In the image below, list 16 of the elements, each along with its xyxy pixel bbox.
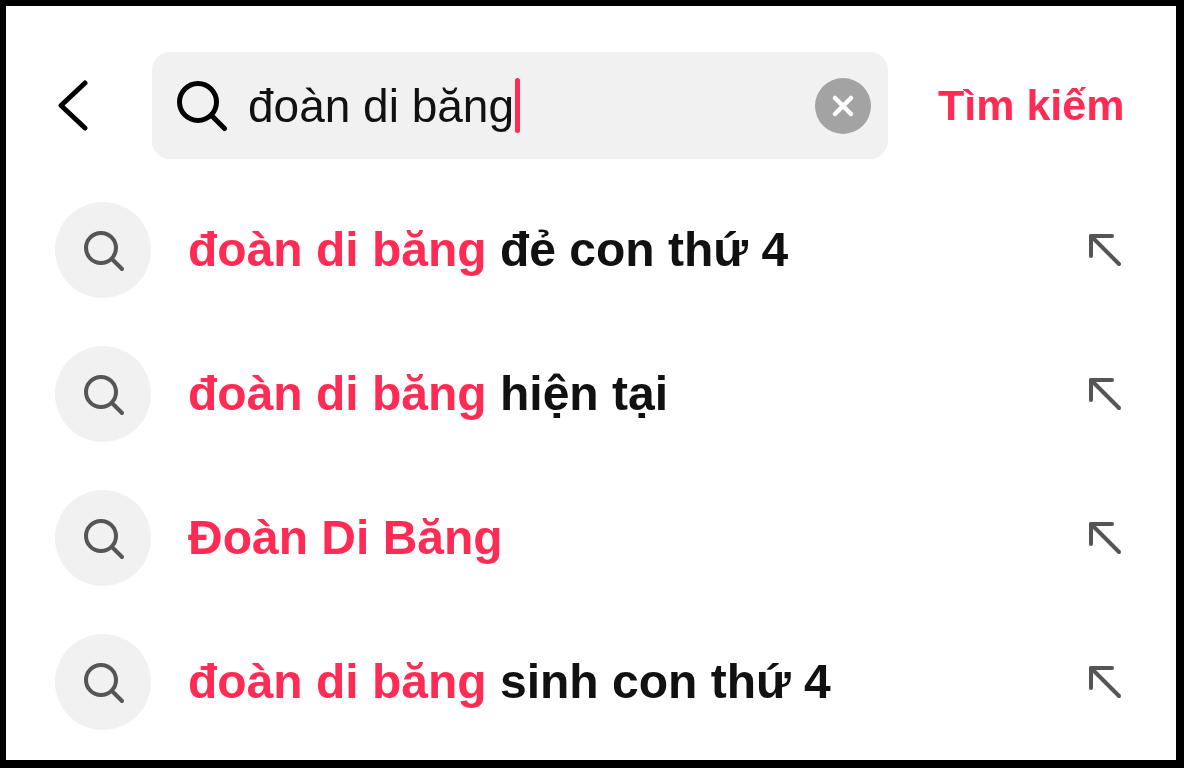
arrow-up-left-icon[interactable] [1088,665,1122,699]
suggestion-text[interactable]: đoàn di băng đẻ con thứ 4 [188,221,789,279]
arrow-up-left-icon[interactable] [1088,521,1122,555]
search-icon [55,202,151,298]
search-icon [55,634,151,730]
suggestion-text[interactable]: đoàn di băng sinh con thứ 4 [188,653,831,711]
search-field[interactable]: đoàn di băng [152,52,888,159]
search-icon [55,346,151,442]
chevron-left-icon[interactable] [58,80,88,131]
arrow-up-left-icon[interactable] [1088,233,1122,267]
arrow-up-left-icon[interactable] [1088,377,1122,411]
suggestion-text[interactable]: đoàn di băng hiện tại [188,365,668,423]
search-button[interactable]: Tìm kiếm [938,79,1125,132]
search-icon [176,79,228,132]
suggestion-text[interactable]: Đoàn Di Băng [188,509,503,567]
search-icon [55,490,151,586]
